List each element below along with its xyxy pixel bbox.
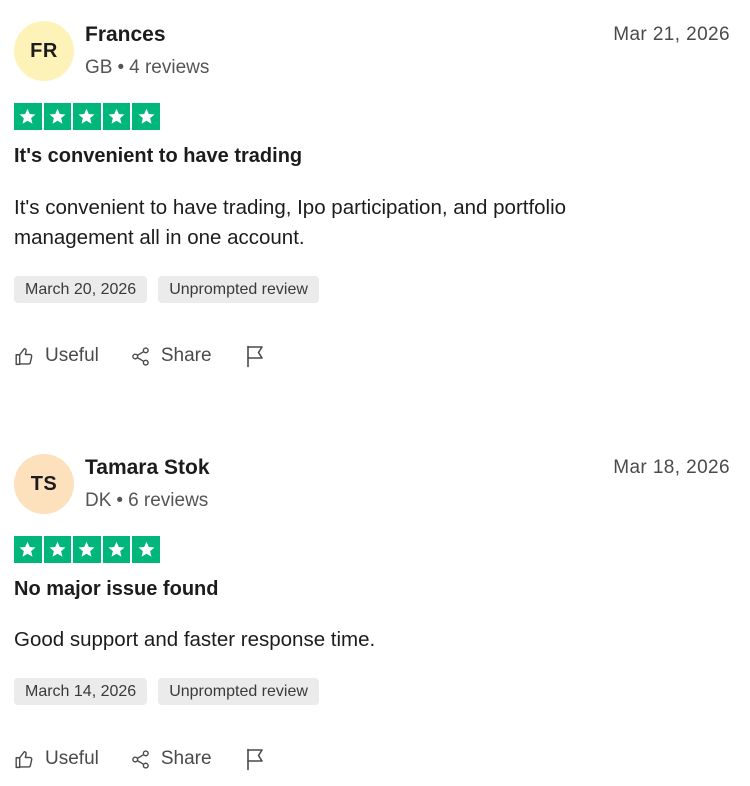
- consumer-meta: GB • 4 reviews: [85, 57, 209, 79]
- flag-icon: [245, 747, 265, 771]
- star-icon: [73, 103, 101, 130]
- consumer-review-count: 6 reviews: [128, 490, 209, 511]
- consumer-review-count: 4 reviews: [129, 57, 210, 78]
- share-icon: [130, 346, 151, 367]
- star-rating: [14, 536, 160, 563]
- review-body: It's convenient to have trading, Ipo par…: [14, 196, 567, 249]
- useful-label: Useful: [45, 748, 99, 769]
- thumbs-up-icon: [14, 346, 35, 367]
- experience-date-badge: March 20, 2026: [14, 276, 148, 303]
- star-icon: [43, 103, 72, 130]
- share-label: Share: [160, 748, 212, 769]
- consumer-meta: DK • 6 reviews: [85, 490, 208, 512]
- review-header: FR Frances GB • 4 reviews Mar 21, 2026: [14, 21, 730, 83]
- star-icon: [14, 103, 42, 130]
- review-date: Mar 21, 2026: [613, 24, 730, 45]
- review-card: FR Frances GB • 4 reviews Mar 21, 2026 It'…: [14, 21, 730, 368]
- thumbs-up-icon: [14, 749, 35, 770]
- consumer-name[interactable]: Frances: [85, 23, 166, 47]
- review-header: TS Tamara Stok DK • 6 reviews Mar 18, 2026: [14, 454, 730, 516]
- review-actions: Useful Share: [14, 745, 265, 773]
- star-icon: [43, 536, 72, 563]
- consumer-name[interactable]: Tamara Stok: [85, 456, 210, 480]
- review-tags: March 14, 2026 Unprompted review: [14, 678, 319, 705]
- report-button[interactable]: [245, 747, 265, 771]
- separator-dot: •: [117, 57, 125, 78]
- review-date: Mar 18, 2026: [613, 457, 730, 478]
- review-title[interactable]: No major issue found: [14, 578, 218, 601]
- review-body: Good support and faster response time.: [14, 628, 376, 651]
- consumer-country: DK: [85, 490, 112, 511]
- star-rating: [14, 103, 160, 130]
- share-label: Share: [160, 345, 212, 366]
- unprompted-review-badge[interactable]: Unprompted review: [158, 276, 319, 303]
- useful-label: Useful: [45, 345, 99, 366]
- useful-button[interactable]: Useful: [14, 345, 99, 367]
- review-tags: March 20, 2026 Unprompted review: [14, 276, 319, 303]
- useful-button[interactable]: Useful: [14, 748, 99, 770]
- share-button[interactable]: Share: [130, 345, 212, 367]
- star-icon: [102, 103, 131, 130]
- separator-dot: •: [116, 490, 124, 511]
- review-title[interactable]: It's convenient to have trading: [14, 145, 302, 168]
- star-icon: [132, 103, 160, 130]
- review-actions: Useful Share: [14, 342, 265, 370]
- consumer-country: GB: [85, 57, 113, 78]
- share-icon: [130, 749, 151, 770]
- avatar-initials: FR: [30, 39, 58, 62]
- star-icon: [102, 536, 131, 563]
- avatar[interactable]: FR: [14, 21, 74, 81]
- star-icon: [73, 536, 101, 563]
- star-icon: [132, 536, 160, 563]
- avatar[interactable]: TS: [14, 454, 74, 514]
- experience-date-badge: March 14, 2026: [14, 678, 148, 705]
- review-card: TS Tamara Stok DK • 6 reviews Mar 18, 2026…: [14, 454, 730, 771]
- star-icon: [14, 536, 42, 563]
- avatar-initials: TS: [30, 472, 58, 495]
- unprompted-review-badge[interactable]: Unprompted review: [158, 678, 319, 705]
- flag-icon: [245, 344, 265, 368]
- share-button[interactable]: Share: [130, 748, 212, 770]
- report-button[interactable]: [245, 344, 265, 368]
